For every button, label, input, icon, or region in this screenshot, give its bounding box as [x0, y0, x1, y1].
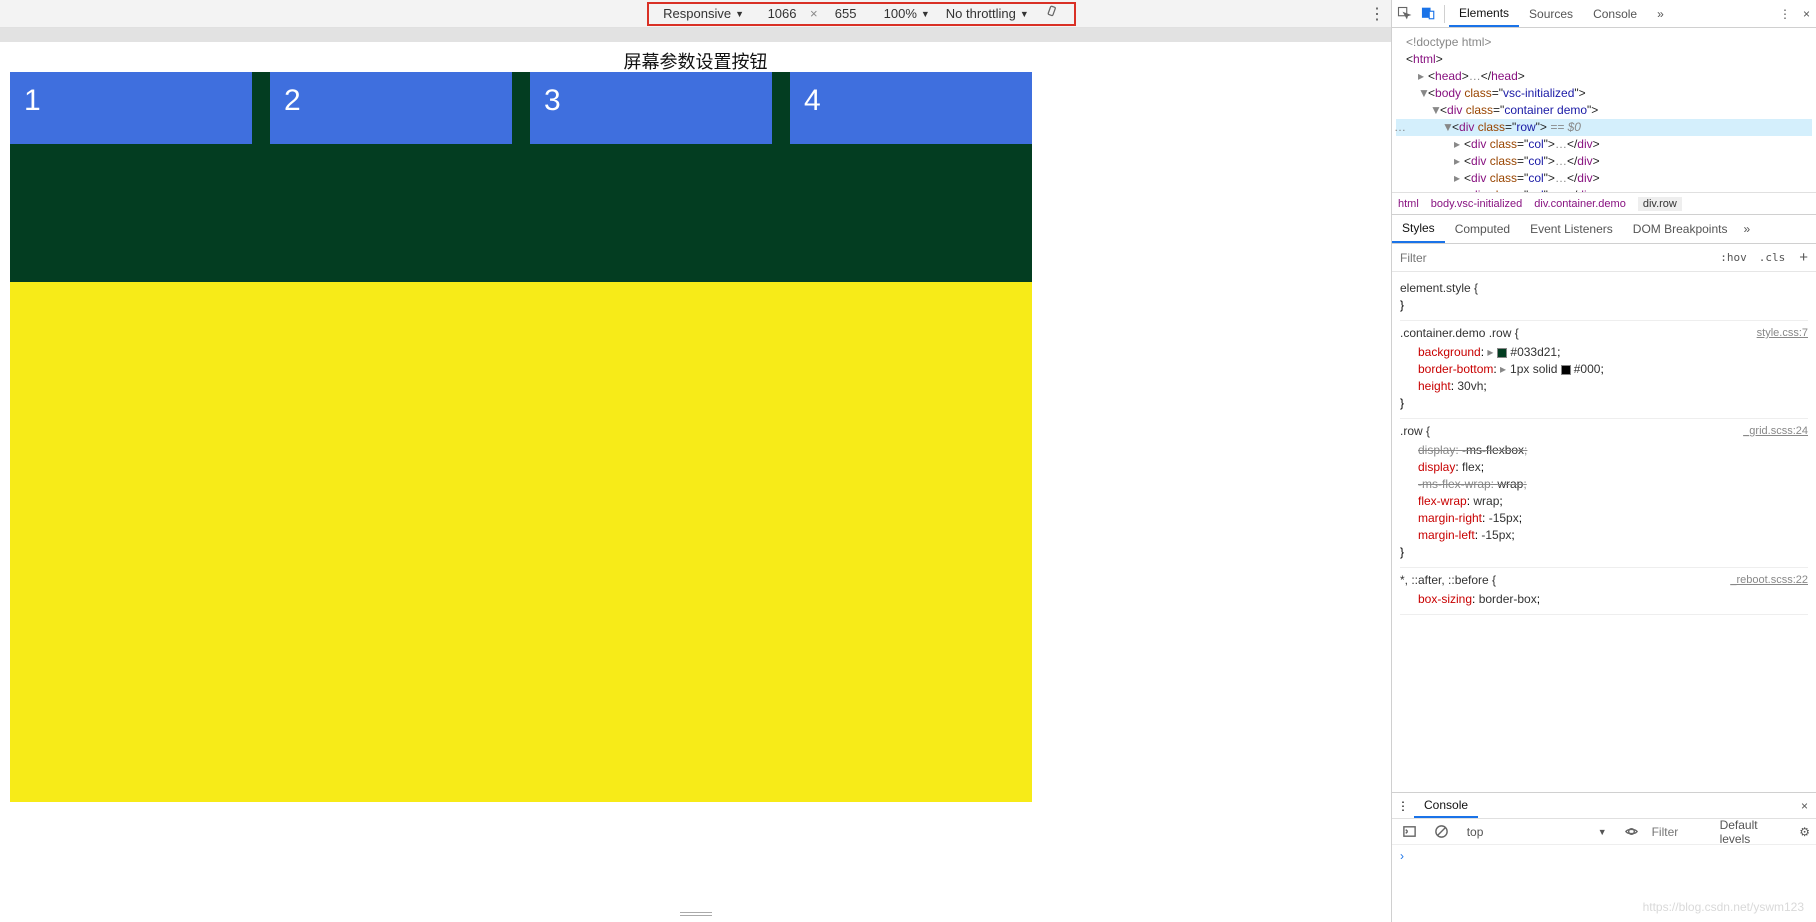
viewport-dimensions: × [760, 6, 868, 21]
console-filter-input[interactable] [1652, 825, 1712, 839]
console-prompt-icon: › [1400, 849, 1404, 863]
more-tabs-icon[interactable]: » [1647, 0, 1674, 27]
col-4: 4 [790, 72, 1032, 144]
tab-console[interactable]: Console [1583, 0, 1647, 27]
chevron-down-icon: ▼ [921, 9, 930, 19]
color-swatch-icon[interactable] [1561, 365, 1571, 375]
styles-filter-row: :hov .cls + [1392, 244, 1816, 272]
rule-container-demo-row[interactable]: .container.demo .row {style.css:7 backgr… [1400, 321, 1808, 419]
device-mode-label: Responsive [663, 6, 731, 21]
rule-universal[interactable]: *, ::after, ::before {_reboot.scss:22 bo… [1400, 568, 1808, 615]
crumb-body[interactable]: body.vsc-initialized [1431, 198, 1523, 210]
source-link[interactable]: _grid.scss:24 [1743, 423, 1808, 440]
col-node[interactable]: ▸<div class="col">…</div> [1396, 170, 1812, 187]
inspect-icon[interactable] [1392, 6, 1416, 21]
chevron-down-icon: ▼ [1020, 9, 1029, 19]
context-dropdown[interactable]: top▼ [1462, 824, 1612, 840]
col-3: 3 [530, 72, 772, 144]
col-node[interactable]: ▸<div class="col">…</div> [1396, 136, 1812, 153]
page-preview: 1 2 3 4 [10, 72, 1032, 802]
body-node[interactable]: ▼<body class="vsc-initialized"> [1396, 85, 1812, 102]
devtools-toolbar: Elements Sources Console » ⋮ × [1392, 0, 1816, 28]
drag-handle-icon[interactable] [680, 912, 712, 916]
breadcrumb: html body.vsc-initialized div.container.… [1392, 192, 1816, 214]
close-icon[interactable]: × [1793, 799, 1816, 813]
selector-label: .container.demo .row { [1400, 325, 1519, 342]
ruler [0, 28, 1391, 42]
devtools-panel: Elements Sources Console » ⋮ × <!doctype… [1391, 0, 1816, 922]
styles-subtabs: Styles Computed Event Listeners DOM Brea… [1392, 214, 1816, 244]
row-node-selected[interactable]: ▼<div class="row"> == $0 [1396, 119, 1812, 136]
tab-sources[interactable]: Sources [1519, 0, 1583, 27]
yellow-block [10, 282, 1032, 802]
more-vert-icon[interactable]: ⋮ [1392, 799, 1414, 813]
html-open[interactable]: <html> [1396, 51, 1812, 68]
subtab-listeners[interactable]: Event Listeners [1520, 215, 1623, 243]
more-subtabs-icon[interactable]: » [1743, 222, 1750, 236]
cls-toggle[interactable]: .cls [1753, 251, 1792, 264]
col-2: 2 [270, 72, 512, 144]
new-style-rule-icon[interactable]: + [1791, 249, 1816, 266]
chevron-down-icon: ▼ [735, 9, 744, 19]
col-1: 1 [10, 72, 252, 144]
doctype-node: <!doctype html> [1396, 34, 1812, 51]
device-mode-dropdown[interactable]: Responsive ▼ [663, 6, 744, 21]
close-icon[interactable]: × [1797, 7, 1816, 21]
styles-body[interactable]: element.style { } .container.demo .row {… [1392, 272, 1816, 792]
drawer-tab-console[interactable]: Console [1414, 793, 1478, 818]
zoom-dropdown[interactable]: 100% ▼ [884, 6, 930, 21]
subtab-styles[interactable]: Styles [1392, 215, 1445, 243]
dom-tree[interactable]: <!doctype html> <html> ▸<head>…</head> ▼… [1392, 28, 1816, 192]
rotate-icon[interactable] [1045, 5, 1060, 23]
crumb-container[interactable]: div.container.demo [1534, 198, 1626, 210]
crumb-html[interactable]: html [1398, 198, 1419, 210]
subtab-dom-breakpoints[interactable]: DOM Breakpoints [1623, 215, 1738, 243]
throttling-dropdown[interactable]: No throttling ▼ [946, 6, 1029, 21]
more-vert-icon[interactable]: ⋮ [1773, 7, 1797, 21]
gear-icon[interactable]: ⚙ [1799, 825, 1810, 839]
rule-element-style[interactable]: element.style { } [1400, 276, 1808, 321]
viewport-height-input[interactable] [824, 6, 868, 21]
container-node[interactable]: ▼<div class="container demo"> [1396, 102, 1812, 119]
subtab-computed[interactable]: Computed [1445, 215, 1520, 243]
row-container: 1 2 3 4 [10, 72, 1032, 282]
col-node[interactable]: ▸<div class="col">…</div> [1396, 153, 1812, 170]
more-vert-icon[interactable]: ⋮ [1363, 4, 1391, 24]
selector-label: .row { [1400, 423, 1430, 440]
head-node[interactable]: ▸<head>…</head> [1396, 68, 1812, 85]
annotation-label: 屏幕参数设置按钮 [0, 48, 1391, 74]
collapse-icon[interactable] [1398, 824, 1422, 839]
device-controls-highlight: Responsive ▼ × 100% ▼ No throttling ▼ [647, 2, 1076, 26]
console-body[interactable]: › [1392, 845, 1816, 922]
viewport-surface: 屏幕参数设置按钮 1 2 3 4 [0, 42, 1391, 922]
selector-label: *, ::after, ::before { [1400, 572, 1496, 589]
tab-elements[interactable]: Elements [1449, 0, 1519, 27]
hov-toggle[interactable]: :hov [1714, 251, 1753, 264]
log-levels-dropdown[interactable]: Default levels [1720, 818, 1792, 846]
dimension-x-label: × [810, 6, 818, 21]
crumb-row[interactable]: div.row [1638, 197, 1682, 211]
viewport-width-input[interactable] [760, 6, 804, 21]
zoom-label: 100% [884, 6, 917, 21]
clear-console-icon[interactable] [1430, 824, 1454, 839]
throttling-label: No throttling [946, 6, 1016, 21]
source-link[interactable]: style.css:7 [1757, 325, 1808, 342]
selector-label: element.style { [1400, 280, 1808, 297]
rule-row[interactable]: .row {_grid.scss:24 display: -ms-flexbox… [1400, 419, 1808, 568]
color-swatch-icon[interactable] [1497, 348, 1507, 358]
device-toolbar: Responsive ▼ × 100% ▼ No throttling ▼ [0, 0, 1391, 28]
styles-filter-input[interactable] [1392, 251, 1714, 265]
device-toggle-icon[interactable] [1416, 6, 1440, 21]
live-expression-icon[interactable] [1620, 824, 1644, 839]
console-drawer: ⋮ Console × top▼ Default levels ⚙ › [1392, 792, 1816, 922]
source-link[interactable]: _reboot.scss:22 [1730, 572, 1808, 589]
